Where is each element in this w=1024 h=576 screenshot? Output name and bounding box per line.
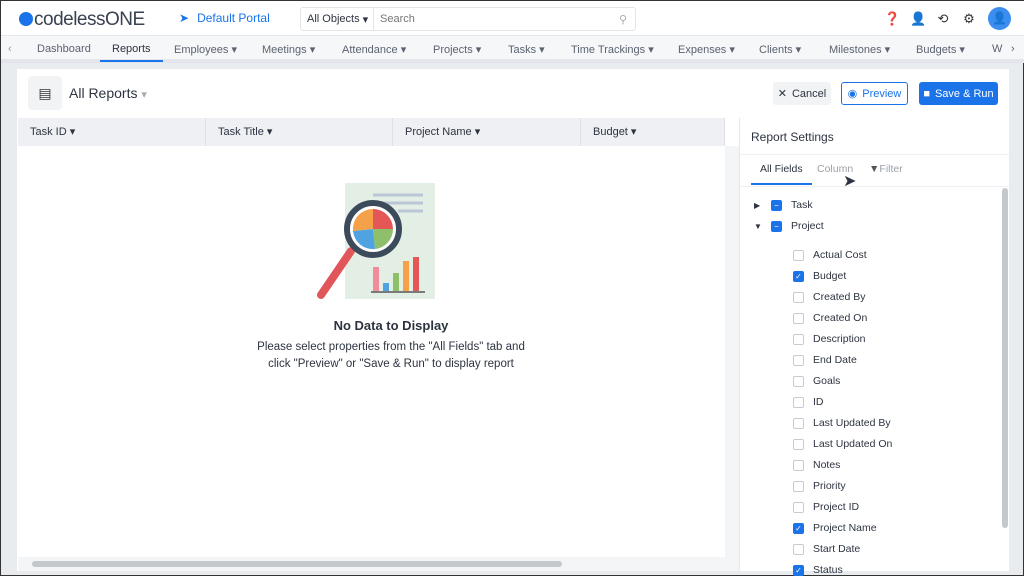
settings-title: Report Settings [751, 130, 834, 144]
field-item[interactable]: ✓ Status [793, 564, 843, 576]
help-icon[interactable]: ❓ [884, 11, 900, 26]
preview-button[interactable]: ◉ Preview [841, 82, 908, 105]
search-icon[interactable]: ⚲ [619, 13, 627, 26]
field-checkbox[interactable] [793, 333, 804, 345]
field-item[interactable]: Goals [793, 375, 840, 387]
paper-plane-icon: ➤ [179, 11, 190, 25]
field-checkbox[interactable] [793, 291, 804, 303]
field-item[interactable]: ✓ Budget [793, 270, 846, 282]
tab-milestones[interactable]: Milestones ▾ [829, 43, 890, 56]
top-bar: codelessONE ➤ Default Portal All Objects … [1, 1, 1024, 36]
field-item[interactable]: Priority [793, 480, 846, 492]
nav-bar: ‹ Dashboard Reports Employees ▾ Meetings… [1, 36, 1024, 63]
object-scope-select[interactable]: All Objects ▾ [301, 8, 374, 30]
group-project[interactable]: ▼ − Project [754, 220, 824, 232]
column-header-budget[interactable]: Budget ▾ [581, 118, 725, 146]
empty-state-title: No Data to Display [333, 318, 449, 333]
field-checkbox[interactable] [793, 249, 804, 261]
history-icon[interactable]: ⟲ [936, 11, 950, 26]
cancel-button[interactable]: ✕ Cancel [773, 82, 831, 105]
group-task[interactable]: ▶ − Task [754, 199, 813, 211]
nav-scroll-right[interactable]: › [1011, 43, 1015, 55]
caret-down-icon[interactable]: ▼ [754, 222, 762, 231]
add-user-icon[interactable]: 👤 [910, 11, 926, 26]
save-run-button[interactable]: ■ Save & Run [919, 82, 998, 105]
field-item[interactable]: ID [793, 396, 824, 408]
tab-more[interactable]: W [992, 43, 1002, 55]
field-checkbox[interactable] [793, 501, 804, 513]
field-checkbox[interactable]: ✓ [793, 564, 804, 576]
portal-switcher[interactable]: ➤ Default Portal [179, 11, 278, 25]
field-checkbox[interactable] [793, 354, 804, 366]
tab-reports[interactable]: Reports [100, 43, 163, 62]
field-item[interactable]: Created By [793, 291, 866, 303]
no-data-illustration [317, 183, 435, 299]
field-checkbox[interactable] [793, 480, 804, 492]
partial-checkbox[interactable]: − [771, 220, 782, 232]
tab-employees[interactable]: Employees ▾ [174, 43, 237, 56]
partial-checkbox[interactable]: − [771, 199, 782, 211]
field-item[interactable]: Actual Cost [793, 249, 867, 261]
field-item[interactable]: Project ID [793, 501, 859, 513]
field-checkbox[interactable] [793, 438, 804, 450]
report-settings-panel: Report Settings All Fields Column ▼Filte… [739, 118, 1010, 576]
tab-dashboard[interactable]: Dashboard [37, 43, 91, 55]
field-item[interactable]: Notes [793, 459, 840, 471]
vertical-scrollbar[interactable] [725, 146, 739, 571]
panel-scrollbar[interactable] [1002, 188, 1008, 528]
field-checkbox[interactable] [793, 312, 804, 324]
close-icon: ✕ [777, 88, 787, 100]
tab-expenses[interactable]: Expenses ▾ [678, 43, 735, 56]
field-item[interactable]: Last Updated On [793, 438, 892, 450]
eye-icon: ◉ [847, 88, 858, 100]
column-header-task-title[interactable]: Task Title ▾ [206, 118, 393, 146]
field-item[interactable]: Start Date [793, 543, 860, 555]
report-icon: ▤ [28, 76, 62, 110]
save-icon: ■ [923, 87, 930, 100]
tab-all-fields[interactable]: All Fields [751, 163, 812, 185]
tab-filter[interactable]: ▼Filter [869, 163, 903, 175]
horizontal-scrollbar[interactable] [18, 557, 725, 571]
tab-projects[interactable]: Projects ▾ [433, 43, 481, 56]
field-item[interactable]: Created On [793, 312, 867, 324]
field-checkbox[interactable] [793, 543, 804, 555]
field-checkbox[interactable] [793, 375, 804, 387]
field-item[interactable]: ✓ Project Name [793, 522, 877, 534]
tab-budgets[interactable]: Budgets ▾ [916, 43, 965, 56]
tab-time-trackings[interactable]: Time Trackings ▾ [571, 43, 654, 56]
logo[interactable]: codelessONE [19, 9, 145, 31]
field-checkbox[interactable] [793, 396, 804, 408]
tab-clients[interactable]: Clients ▾ [759, 43, 801, 56]
avatar[interactable]: 👤 [988, 7, 1011, 30]
tab-tasks[interactable]: Tasks ▾ [508, 43, 545, 56]
caret-right-icon[interactable]: ▶ [754, 201, 762, 210]
column-header-task-id[interactable]: Task ID ▾ [18, 118, 206, 146]
column-header-project-name[interactable]: Project Name ▾ [393, 118, 581, 146]
mouse-cursor-icon: ➤ [843, 173, 857, 190]
field-item[interactable]: End Date [793, 354, 857, 366]
tab-attendance[interactable]: Attendance ▾ [342, 43, 406, 56]
field-item[interactable]: Description [793, 333, 866, 345]
field-checkbox[interactable]: ✓ [793, 522, 804, 534]
filter-icon: ▼ [869, 163, 880, 175]
report-title[interactable]: All Reports ▾ [69, 85, 147, 101]
field-checkbox[interactable] [793, 459, 804, 471]
field-checkbox[interactable] [793, 417, 804, 429]
gear-icon[interactable]: ⚙ [962, 11, 976, 26]
tab-meetings[interactable]: Meetings ▾ [262, 43, 315, 56]
search-bar: All Objects ▾ ⚲ [300, 7, 636, 31]
field-checkbox[interactable]: ✓ [793, 270, 804, 282]
empty-state-message: Please select properties from the "All F… [257, 341, 525, 370]
search-input[interactable] [374, 13, 619, 25]
nav-scroll-left[interactable]: ‹ [8, 43, 12, 55]
field-item[interactable]: Last Updated By [793, 417, 891, 429]
